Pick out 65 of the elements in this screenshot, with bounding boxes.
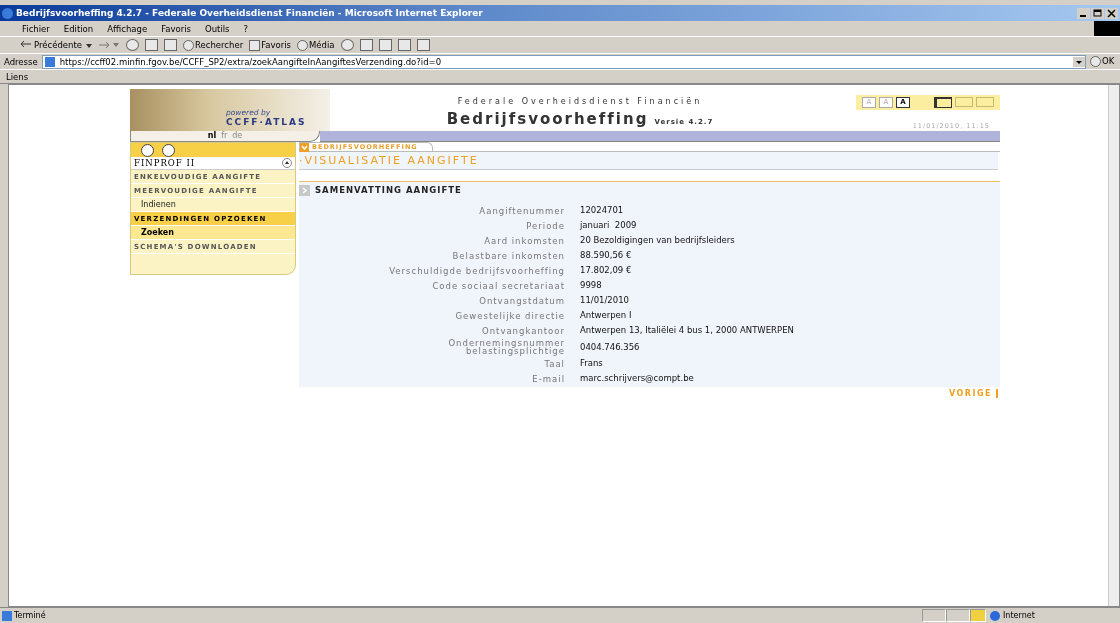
menu-item[interactable]: Edition (63, 23, 94, 34)
chevron-icon (300, 142, 309, 152)
scrollbar[interactable] (1108, 85, 1119, 606)
back-button[interactable]: Précédente (20, 40, 92, 50)
app-title: Bedrijfsvoorheffing (446, 110, 649, 128)
go-button[interactable]: OK (1090, 56, 1120, 67)
field-label: Aard inkomsten (483, 236, 565, 245)
field-label: Ontvangstdatum (478, 296, 565, 305)
page-icon (44, 56, 55, 67)
menu-item[interactable]: Outils (205, 23, 230, 34)
field-value: januari 2009 (580, 219, 638, 232)
caret-icon (86, 44, 92, 48)
field-value: 12024701 (580, 204, 625, 217)
brand-name: CCFF·ATLAS (226, 117, 308, 127)
field-value: 0404.746.356 (580, 340, 641, 354)
page-title: ·VISUALISATIE AANGIFTE (299, 152, 998, 170)
language-link[interactable]: nl (207, 131, 217, 141)
status-panel (946, 609, 970, 622)
window-title: Bedrijfsvoorheffing 4.2.7 - Federale Overheidsdienst Financiën - Microsoft Internet Explorer (16, 8, 484, 18)
forward-button[interactable] (98, 41, 120, 49)
arrow-icon (299, 184, 310, 196)
field-label: E-mail (531, 374, 565, 383)
agency-name: Federale Overheidsdienst Financiën (457, 97, 703, 106)
field-label: Ondernemingsnummer belastingsplichtige (447, 339, 565, 355)
field-label: Periode (525, 221, 565, 230)
sidebar-item[interactable]: Zoeken (131, 226, 295, 240)
dropdown-button[interactable] (1073, 56, 1085, 67)
field-value: Frans (580, 357, 604, 370)
media-button[interactable]: Média (297, 39, 335, 51)
zone-text: Internet (986, 610, 1120, 621)
field-value: 11/01/2010 (580, 294, 630, 307)
field-value: 20 Bezoldigingen van bedrijfsleiders (580, 234, 736, 247)
menu-item[interactable]: ? (243, 23, 249, 34)
menu-item[interactable]: Fichier (22, 23, 50, 34)
menu-item[interactable]: Affichage (107, 23, 148, 34)
field-value: 9998 (580, 279, 603, 292)
close-button[interactable] (1105, 7, 1118, 19)
field-label: Taal (543, 359, 565, 368)
field-value: Antwerpen 13, Italiëlei 4 bus 1, 2000 ANTWERPEN (580, 324, 795, 337)
field-label: Aangiftenummer (478, 206, 565, 215)
field-label: Gewestelijke directie (454, 311, 565, 320)
status-panel (922, 609, 946, 622)
back-arrow-icon (20, 40, 32, 48)
menu-item[interactable]: Favoris (161, 23, 191, 34)
address-label: Adresse (4, 56, 38, 67)
section-title: SAMENVATTING AANGIFTE (315, 185, 462, 195)
browser-icon (2, 7, 13, 19)
field-value: Antwerpen I (580, 309, 633, 322)
address-field[interactable]: https://ccff02.minfin.fgov.be/CCFF_SP2/extra/zoekAangifteInAangiftesVerzending.do?id=0 (41, 54, 1086, 69)
collapse-icon[interactable] (282, 158, 292, 168)
field-value: 88.590,56 € (580, 249, 633, 262)
layout-button[interactable] (934, 97, 952, 108)
field-label: Ontvangkantoor (480, 326, 565, 335)
links-label: Liens (6, 71, 29, 82)
field-label: Belastbare inkomsten (451, 251, 565, 260)
field-label: Verschuldigde bedrijfsvoorheffing (388, 266, 565, 275)
status-text: Terminé (0, 610, 922, 621)
field-value: 17.802,09 € (580, 264, 633, 277)
search-button[interactable]: Rechercher (183, 39, 244, 51)
maximize-button[interactable] (1091, 7, 1104, 19)
minimize-button[interactable] (1077, 7, 1090, 19)
field-value: marc.schrijvers@compt.be (580, 372, 695, 385)
sidebar-title: FINPROF II (131, 157, 295, 170)
field-label: Code sociaal secretariaat (431, 281, 565, 290)
favorites-button[interactable]: Favoris (249, 39, 291, 51)
